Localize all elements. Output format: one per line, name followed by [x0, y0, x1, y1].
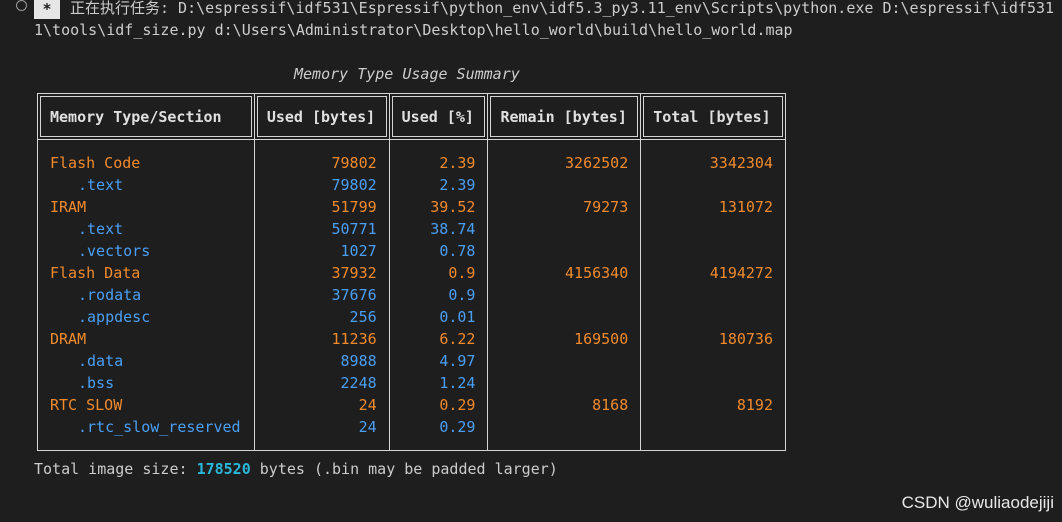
table-cell-pct: 0.9	[388, 262, 489, 284]
table-cell-pct: 39.52	[388, 196, 489, 218]
table-cell-pct: 1.24	[388, 372, 489, 394]
table-cell-name: RTC SLOW	[37, 394, 255, 416]
table-cell-name: IRAM	[37, 196, 255, 218]
table-cell-used: 24	[253, 416, 390, 438]
table-cell-name: .appdesc	[37, 306, 255, 328]
table-row: .appdesc 256 0.01	[37, 306, 786, 328]
table-cell-pct: 0.78	[388, 240, 489, 262]
table-cell-used: 37676	[253, 284, 390, 306]
command-line-2: 1\tools\idf_size.py d:\Users\Administrat…	[34, 21, 793, 39]
table-cell-total	[640, 240, 786, 262]
task-badge: *	[34, 0, 60, 19]
total-suffix: bytes (.bin may be padded larger)	[250, 460, 558, 478]
table-row: .rodata 37676 0.9	[37, 284, 786, 306]
table-cell-total	[640, 372, 786, 394]
table-cell-used: 79802	[253, 152, 390, 174]
table-cell-name: Flash Data	[37, 262, 255, 284]
table-cell-remain: 4156340	[487, 262, 642, 284]
table-cell-pct: 6.22	[388, 328, 489, 350]
table-cell-used: 37932	[253, 262, 390, 284]
table-row: .bss 2248 1.24	[37, 372, 786, 394]
table-cell-pct: 0.29	[388, 394, 489, 416]
table-cell-total: 8192	[640, 394, 786, 416]
table-cell-total: 180736	[640, 328, 786, 350]
table-cell-total	[640, 416, 786, 438]
table-cell-remain	[487, 416, 642, 438]
terminal-status-circle-icon	[16, 0, 27, 11]
table-cell-total: 4194272	[640, 262, 786, 284]
table-cell-pct: 2.39	[388, 174, 489, 196]
table-cell-name: .text	[37, 174, 255, 196]
column-header-total-bytes: Total [bytes]	[640, 93, 786, 140]
table-row: Flash Code 79802 2.39 3262502 3342304	[37, 152, 786, 174]
table-cell-remain: 8168	[487, 394, 642, 416]
table-cell-total: 3342304	[640, 152, 786, 174]
table-cell-pct: 38.74	[388, 218, 489, 240]
table-bottom-row	[37, 438, 786, 451]
table-cell-remain	[487, 284, 642, 306]
watermark: CSDN @wuliaodejiji	[901, 493, 1054, 512]
table-cell-name: .rtc_slow_reserved	[37, 416, 255, 438]
table-cell-used: 79802	[253, 174, 390, 196]
table-cell-total	[640, 284, 786, 306]
table-row: .vectors 1027 0.78	[37, 240, 786, 262]
table-cell-total	[640, 174, 786, 196]
table-cell-remain: 3262502	[487, 152, 642, 174]
table-cell-total	[640, 306, 786, 328]
table-row: IRAM 51799 39.52 79273 131072	[37, 196, 786, 218]
table-cell-used: 11236	[253, 328, 390, 350]
table-cell-used: 50771	[253, 218, 390, 240]
table-cell-used: 24	[253, 394, 390, 416]
table-cell-remain	[487, 174, 642, 196]
table-title: Memory Type Usage Summary	[294, 65, 520, 83]
table-cell-name: .text	[37, 218, 255, 240]
table-cell-pct: 0.01	[388, 306, 489, 328]
table-cell-remain	[487, 372, 642, 394]
table-cell-used: 256	[253, 306, 390, 328]
table-row: .text 50771 38.74	[37, 218, 786, 240]
total-image-size-line: Total image size: 178520 bytes (.bin may…	[34, 458, 558, 480]
table-cell-remain	[487, 240, 642, 262]
column-header-memory-type: Memory Type/Section	[37, 93, 255, 140]
table-cell-remain: 79273	[487, 196, 642, 218]
column-header-used-percent: Used [%]	[388, 93, 489, 140]
table-cell-pct: 0.29	[388, 416, 489, 438]
table-cell-total	[640, 350, 786, 372]
table-cell-name: .bss	[37, 372, 255, 394]
table-cell-total	[640, 218, 786, 240]
table-cell-pct: 0.9	[388, 284, 489, 306]
table-cell-used: 2248	[253, 372, 390, 394]
table-cell-remain: 169500	[487, 328, 642, 350]
table-row: DRAM 11236 6.22 169500 180736	[37, 328, 786, 350]
memory-usage-table: Memory Type/Section Used [bytes] Used [%…	[37, 93, 786, 451]
table-cell-total: 131072	[640, 196, 786, 218]
table-cell-remain	[487, 306, 642, 328]
command-line-1: 正在执行任务: D:\espressif\idf531\Espressif\py…	[70, 0, 1055, 17]
table-row: .text 79802 2.39	[37, 174, 786, 196]
total-prefix: Total image size:	[34, 460, 197, 478]
table-cell-remain	[487, 218, 642, 240]
table-cell-name: DRAM	[37, 328, 255, 350]
table-cell-used: 51799	[253, 196, 390, 218]
table-cell-used: 1027	[253, 240, 390, 262]
column-header-used-bytes: Used [bytes]	[253, 93, 390, 140]
table-cell-pct: 4.97	[388, 350, 489, 372]
table-row: Flash Data 37932 0.9 4156340 4194272	[37, 262, 786, 284]
table-spacer-row	[37, 139, 786, 152]
table-cell-remain	[487, 350, 642, 372]
table-cell-name: Flash Code	[37, 152, 255, 174]
table-row: .rtc_slow_reserved 24 0.29	[37, 416, 786, 438]
table-cell-name: .vectors	[37, 240, 255, 262]
table-cell-name: .rodata	[37, 284, 255, 306]
column-header-remain-bytes: Remain [bytes]	[487, 93, 642, 140]
table-row: .data 8988 4.97	[37, 350, 786, 372]
table-cell-name: .data	[37, 350, 255, 372]
table-cell-pct: 2.39	[388, 152, 489, 174]
table-header-row: Memory Type/Section Used [bytes] Used [%…	[37, 93, 786, 140]
total-image-size-value: 178520	[196, 460, 251, 478]
table-row: RTC SLOW 24 0.29 8168 8192	[37, 394, 786, 416]
table-cell-used: 8988	[253, 350, 390, 372]
